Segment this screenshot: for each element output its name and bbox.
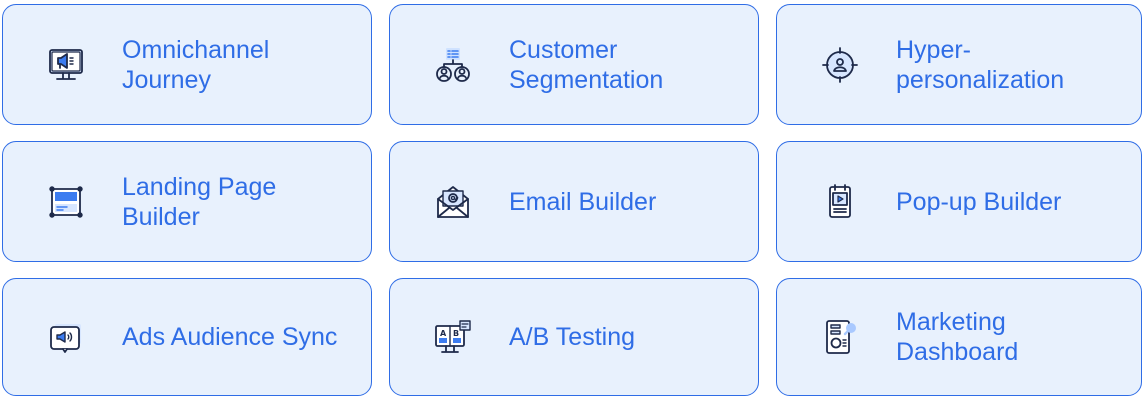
feature-card-email-builder[interactable]: Email Builder [389,141,759,262]
feature-card-landing-page-builder[interactable]: Landing Page Builder [2,141,372,262]
ads-megaphone-icon [47,318,85,356]
feature-card-popup-builder[interactable]: Pop-up Builder [776,141,1142,262]
target-user-icon [821,46,859,84]
feature-label: Hyper-personalization [896,35,1065,94]
megaphone-monitor-icon [47,46,85,84]
feature-card-hyper-personalization[interactable]: Hyper-personalization [776,4,1142,125]
ab-monitor-icon: A B [434,318,472,356]
feature-card-customer-segmentation[interactable]: Customer Segmentation [389,4,759,125]
feature-card-ab-testing[interactable]: A B A/B Testing [389,278,759,396]
feature-label: Landing Page Builder [122,172,277,231]
popup-window-icon [821,183,859,221]
dashboard-report-icon [821,318,859,356]
feature-label: Customer Segmentation [509,35,664,94]
envelope-at-icon [434,183,472,221]
feature-label: Pop-up Builder [896,187,1062,216]
svg-text:B: B [453,329,459,338]
landing-page-icon [47,183,85,221]
feature-label: Marketing Dashboard [896,308,1019,366]
feature-label: Email Builder [509,187,657,216]
feature-label: A/B Testing [509,323,636,351]
svg-text:A: A [440,329,447,338]
feature-grid: Omnichannel Journey Customer Segmentatio… [2,4,1142,396]
feature-label: Ads Audience Sync [122,323,338,351]
segmentation-users-icon [434,46,472,84]
feature-label: Omnichannel Journey [122,35,270,94]
feature-card-marketing-dashboard[interactable]: Marketing Dashboard [776,278,1142,396]
feature-card-omnichannel-journey[interactable]: Omnichannel Journey [2,4,372,125]
feature-card-ads-audience-sync[interactable]: Ads Audience Sync [2,278,372,396]
